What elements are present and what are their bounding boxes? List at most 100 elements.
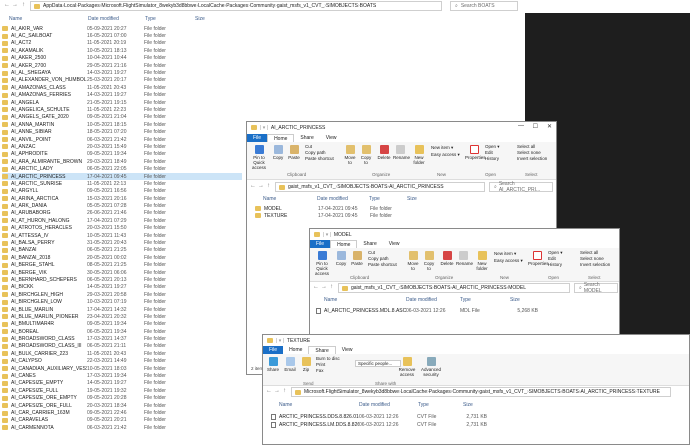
folder-row[interactable]: AI_BULK_CARRIER_223 11-05-2021 20:43 File … — [2, 350, 242, 357]
new-folder-button[interactable]: New folder — [411, 145, 427, 165]
breadcrumb-item[interactable]: Packages — [226, 3, 248, 9]
breadcrumb-item[interactable]: gaist_msfs_v1_CVT_ — [351, 285, 399, 291]
up-icon[interactable]: ↑ — [330, 284, 333, 290]
breadcrumb-item[interactable]: Microsoft.FlightSimulator_8wekyb3d8bbwe — [101, 3, 196, 9]
folder-row[interactable]: AI_ATROTOS_HERACLES 20-03-2021 15:50 File … — [2, 225, 242, 232]
address-bar[interactable]: gaist_msfs_v1_CVT_ › SIMOBJECTS › BOATS … — [275, 182, 485, 192]
folder-row[interactable]: MODEL 17-04-2021 09:45 File folder — [255, 205, 445, 212]
paste-button[interactable]: Paste — [287, 145, 301, 160]
forward-icon[interactable]: → — [274, 388, 280, 394]
column-type[interactable]: Type — [369, 196, 380, 202]
advanced-security-button[interactable]: Advanced security — [420, 357, 442, 377]
folder-row[interactable]: AI_CAPESIZE_ORE_EMPTY 09-05-2021 20:28 Fil… — [2, 395, 242, 402]
column-size[interactable]: Size — [510, 297, 520, 303]
forward-icon[interactable]: → — [12, 2, 18, 8]
paste-button[interactable]: Paste — [350, 251, 364, 266]
easy-access-button[interactable]: Easy access ▾ — [494, 258, 523, 263]
breadcrumb-item[interactable]: SIMOBJECTS — [326, 3, 358, 9]
column-name[interactable]: Name — [279, 402, 292, 408]
column-date[interactable]: Date modified — [406, 297, 437, 303]
forward-icon[interactable]: → — [258, 183, 264, 189]
select-all-button[interactable]: Select all — [580, 250, 598, 255]
breadcrumb-item[interactable]: BOATS — [360, 3, 377, 9]
edit-button[interactable]: Edit — [485, 150, 493, 155]
breadcrumb-item[interactable]: gaist_msfs_v1_CVT_ — [479, 389, 527, 395]
folder-row[interactable]: AI_AKER_2500 10-04-2021 10:44 File folder — [2, 55, 242, 62]
move-to-button[interactable]: Move to — [343, 145, 357, 165]
print-button[interactable]: Print — [316, 362, 325, 367]
delete-button[interactable]: Delete — [440, 251, 454, 266]
folder-row[interactable]: AI_BERGE_VIK 30-05-2021 06:06 File folder — [2, 269, 242, 276]
copy-button[interactable]: Copy — [271, 145, 285, 160]
history-button[interactable]: History — [548, 262, 562, 267]
copy-to-button[interactable]: Copy to — [422, 251, 436, 271]
breadcrumb-item[interactable]: LocalCache — [401, 389, 427, 395]
up-icon[interactable]: ↑ — [267, 183, 270, 189]
email-button[interactable]: Email — [283, 357, 297, 372]
folder-row[interactable]: AI_BALSA_PERRY 31-05-2021 20:43 File folde… — [2, 239, 242, 246]
file-row[interactable]: ARCTIC_PRINCESS.LM.DDS.8.826.014.CVT06-0… — [271, 421, 521, 429]
breadcrumb-item[interactable]: Community — [452, 389, 477, 395]
move-to-button[interactable]: Move to — [406, 251, 420, 271]
folder-row[interactable]: AI_ANGELS_GATE_2020 09-05-2021 21:04 File … — [2, 114, 242, 121]
back-icon[interactable]: ← — [250, 183, 256, 189]
breadcrumb-item[interactable]: LocalCache — [198, 3, 224, 9]
folder-row[interactable]: AI_CARAVELAS 09-05-2021 20:21 File folder — [2, 417, 242, 424]
folder-row[interactable]: AI_ARUBABORG 26-06-2021 21:46 File folder — [2, 210, 242, 217]
breadcrumb-item[interactable]: SIMOBJECTS — [400, 285, 432, 291]
back-icon[interactable]: ← — [313, 284, 319, 290]
share-with-specific-people[interactable]: Specific people... — [355, 360, 401, 367]
breadcrumb-item[interactable]: SIMOBJECTS — [337, 184, 369, 190]
folder-row[interactable]: AI_BERNHARD_SCHEPERS 06-05-2021 20:13 File… — [2, 276, 242, 283]
breadcrumb-item[interactable]: gaist_msfs_v1_CVT_ — [288, 184, 336, 190]
select-none-button[interactable]: Select none — [580, 256, 604, 261]
invert-selection-button[interactable]: Invert selection — [517, 156, 547, 161]
folder-row[interactable]: AI_ACT2 11-05-2021 20:19 File folder — [2, 40, 242, 47]
folder-row[interactable]: AI_AMAZONAS_CLASS 11-05-2021 20:43 File fo… — [2, 84, 242, 91]
copy-button[interactable]: Copy — [334, 251, 348, 266]
folder-row[interactable]: AI_BOREAL 06-05-2021 19:34 File folder — [2, 328, 242, 335]
folder-row[interactable]: AI_BANZAI 06-05-2021 21:25 File folder — [2, 247, 242, 254]
folder-row[interactable]: AI_BIRCHGLEN_LOW 10-03-2021 07:19 File fol… — [2, 298, 242, 305]
folder-row[interactable]: AI_ARCTIC_SUNRISE 11-05-2021 22:13 File fo… — [2, 180, 242, 187]
new-folder-button[interactable]: New folder — [474, 251, 490, 271]
folder-row[interactable]: AI_ANNA_MARTIN 10-05-2021 18:15 File folde… — [2, 121, 242, 128]
select-none-button[interactable]: Select none — [517, 150, 541, 155]
new-item-button[interactable]: New item ▾ — [494, 251, 516, 256]
folder-row[interactable]: AI_ANGELICA_SCHULTE 11-05-2021 22:23 File … — [2, 106, 242, 113]
column-type[interactable]: Type — [418, 402, 429, 408]
breadcrumb-item[interactable]: BOATS — [371, 184, 388, 190]
folder-row[interactable]: AI_CARMENNOTA 06-03-2021 21:42 File folder — [2, 424, 242, 431]
breadcrumb-item[interactable]: gaist_msfs_v1_CVT_ — [277, 3, 325, 9]
folder-row[interactable]: AI_ALEXANDER_VON_HUMBOLDT 25-03-2021 20:1… — [2, 77, 242, 84]
folder-row[interactable]: AI_ANVIL_POINT 06-03-2021 21:42 File folde… — [2, 136, 242, 143]
easy-access-button[interactable]: Easy access ▾ — [431, 152, 460, 157]
folder-row[interactable]: AI_AKIR_VAR 05-09-2021 20:27 File folder — [2, 25, 242, 32]
fax-button[interactable]: Fax — [316, 368, 324, 373]
folder-row[interactable]: AI_ARA_ALMIRANTE_BROWN 29-03-2021 18:49 Fi… — [2, 158, 242, 165]
properties-button[interactable]: Properties — [465, 145, 486, 160]
maximize-button[interactable]: ☐ — [533, 123, 538, 130]
breadcrumb-item[interactable]: Community — [250, 3, 275, 9]
folder-row[interactable]: AI_CANADIAN_AUXILIARY_VESSELS10-05-2021 … — [2, 365, 242, 372]
breadcrumb-item[interactable]: AppData — [43, 3, 62, 9]
history-button[interactable]: History — [485, 156, 499, 161]
folder-row[interactable]: AI_BIRCHGLEN_HIGH 29-03-2021 20:58 File fo… — [2, 291, 242, 298]
column-type[interactable]: Type — [145, 16, 156, 22]
up-icon[interactable]: ↑ — [22, 2, 25, 8]
folder-row[interactable]: AI_AKAMALIK 10-05-2021 18:13 File folder — [2, 47, 242, 54]
breadcrumb-item[interactable]: AI_ARCTIC_PRINCESS — [389, 184, 443, 190]
folder-row[interactable]: AI_ATTESSA_IV 10-05-2021 11:43 File folder — [2, 232, 242, 239]
minimize-button[interactable]: — — [518, 123, 524, 129]
paste-shortcut-button[interactable]: Paste shortcut — [368, 262, 397, 267]
select-all-button[interactable]: Select all — [517, 144, 535, 149]
folder-row[interactable]: AI_BLUE_MARLIN 17-04-2021 14:32 File folde… — [2, 306, 242, 313]
folder-row[interactable]: AI_BICKK 14-05-2021 19:27 File folder — [2, 284, 242, 291]
up-icon[interactable]: ↑ — [283, 388, 286, 394]
breadcrumb-item[interactable]: AI_ARCTIC_PRINCESS — [452, 285, 506, 291]
close-button[interactable]: ✕ — [547, 123, 552, 130]
folder-row[interactable]: AI_CAPESIZE_ORE_FULL 20-03-2021 18:34 File… — [2, 402, 242, 409]
folder-row[interactable]: AI_CALYPSO 22-03-2021 14:49 File folder — [2, 358, 242, 365]
folder-row[interactable]: AI_BANZAI_2018 20-05-2021 00:02 File folde… — [2, 254, 242, 261]
new-item-button[interactable]: New item ▾ — [431, 145, 453, 150]
